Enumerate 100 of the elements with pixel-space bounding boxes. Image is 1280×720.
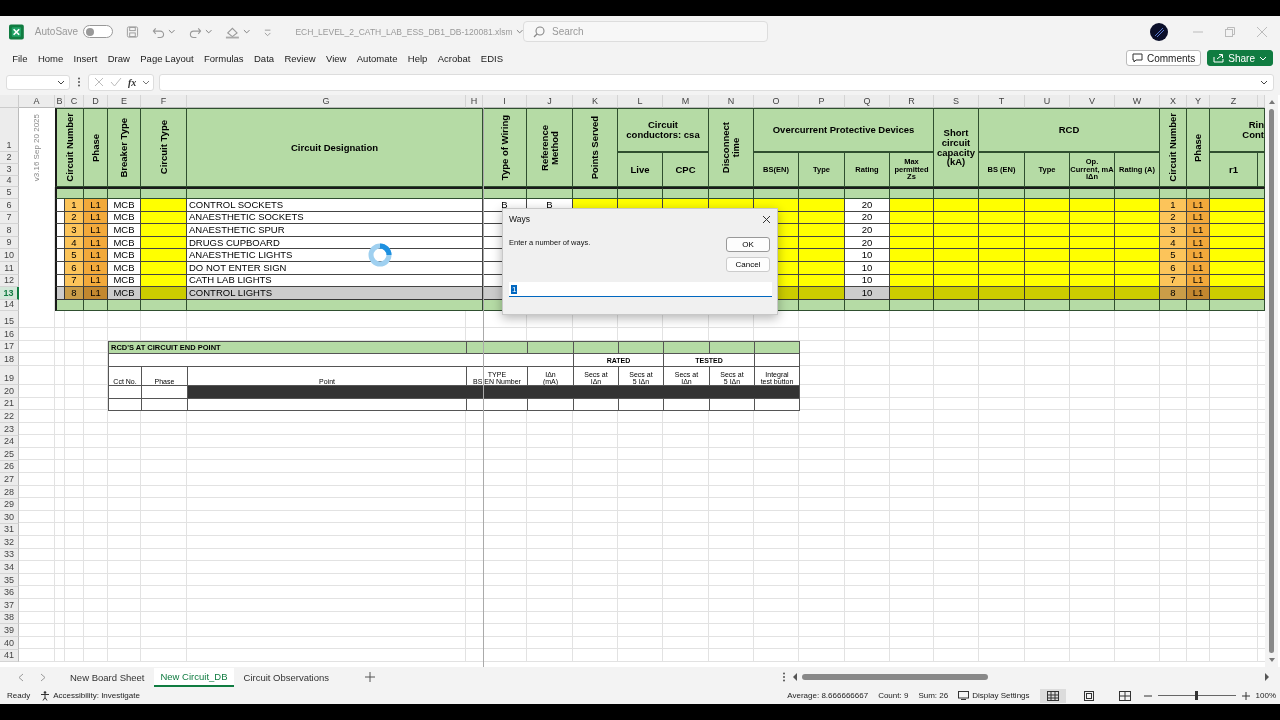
column-header[interactable]: D	[84, 95, 108, 108]
ribbon-tab[interactable]: View	[320, 52, 352, 64]
column-header[interactable]: X	[1160, 95, 1187, 108]
row-header[interactable]: 30	[0, 511, 19, 524]
column-header[interactable]: E	[108, 95, 141, 108]
ribbon-tab[interactable]: Acrobat	[432, 52, 476, 64]
close-icon[interactable]	[762, 214, 771, 224]
ribbon-tab[interactable]: Automate	[351, 52, 403, 64]
sheet-tab[interactable]: Circuit Observations	[237, 668, 336, 686]
column-header[interactable]: U	[1025, 95, 1070, 108]
avatar[interactable]	[1150, 22, 1168, 41]
scrollbar-thumb[interactable]	[802, 674, 988, 680]
row-header[interactable]: 8	[0, 224, 19, 237]
row-header[interactable]: 1	[0, 108, 19, 152]
select-all-button[interactable]	[0, 95, 19, 108]
row-header[interactable]: 40	[0, 637, 19, 650]
more-options-icon[interactable]	[782, 672, 786, 682]
column-header[interactable]: W	[1115, 95, 1160, 108]
column-header[interactable]: I	[483, 95, 527, 108]
column-header[interactable]: K	[573, 95, 618, 108]
scroll-right-icon[interactable]	[1264, 673, 1270, 681]
paint-bucket-icon[interactable]	[224, 24, 240, 39]
display-settings-button[interactable]: Display Settings	[958, 691, 1030, 700]
column-header[interactable]: S	[934, 95, 979, 108]
row-header[interactable]: 32	[0, 536, 19, 549]
normal-view-icon[interactable]	[1039, 688, 1066, 703]
ok-button[interactable]: OK	[726, 237, 770, 252]
row-header[interactable]: 34	[0, 561, 19, 575]
scroll-up-icon[interactable]	[1267, 99, 1276, 105]
column-header[interactable]: G	[187, 95, 466, 108]
column-header[interactable]: L	[618, 95, 663, 108]
cancel-icon[interactable]	[94, 77, 104, 87]
ribbon-tab[interactable]: Insert	[68, 52, 103, 64]
save-icon[interactable]	[126, 24, 140, 39]
column-header[interactable]: F	[141, 95, 187, 108]
row-header[interactable]: 2	[0, 152, 19, 164]
column-header[interactable]: H	[466, 95, 483, 108]
ribbon-tab[interactable]: File	[7, 52, 33, 64]
caret-icon[interactable]	[204, 28, 212, 35]
insert-function-button[interactable]: fx	[128, 76, 137, 88]
previous-sheet-icon[interactable]	[18, 672, 24, 682]
search-field[interactable]: Search	[523, 21, 768, 42]
column-header[interactable]: R	[890, 95, 934, 108]
column-header[interactable]: V	[1070, 95, 1115, 108]
row-header[interactable]: 18	[0, 353, 19, 367]
share-button[interactable]: Share	[1207, 50, 1273, 66]
column-header[interactable]: Z	[1210, 95, 1258, 108]
more-options-icon[interactable]	[77, 77, 81, 87]
ribbon-tab[interactable]: Help	[402, 52, 433, 64]
formula-input[interactable]	[159, 73, 1274, 91]
sheet-tab[interactable]: New Board Sheet	[64, 668, 151, 686]
column-header[interactable]: N	[709, 95, 754, 108]
restore-icon[interactable]	[1224, 25, 1236, 38]
column-header[interactable]: T	[979, 95, 1025, 108]
zoom-level[interactable]: 100%	[1255, 691, 1276, 700]
column-header[interactable]: J	[527, 95, 573, 108]
scroll-left-icon[interactable]	[792, 673, 798, 681]
ribbon-tab[interactable]: EDIS	[475, 52, 509, 64]
horizontal-scrollbar[interactable]	[792, 673, 1270, 681]
autosave-toggle[interactable]	[83, 25, 114, 38]
caret-icon[interactable]	[515, 28, 523, 35]
ribbon-tab[interactable]: Home	[32, 52, 69, 64]
ribbon-tab[interactable]: Data	[248, 52, 280, 64]
row-header[interactable]: 6	[0, 199, 19, 212]
column-header[interactable]: C	[65, 95, 84, 108]
row-header[interactable]: 27	[0, 473, 19, 486]
column-header[interactable]: M	[663, 95, 709, 108]
column-header[interactable]: A	[19, 95, 55, 108]
row-header[interactable]: 5	[0, 187, 19, 199]
zoom-in-icon[interactable]	[1241, 691, 1250, 700]
input-field[interactable]: 1	[509, 282, 772, 297]
caret-icon[interactable]	[168, 28, 176, 35]
row-header[interactable]: 20	[0, 385, 19, 398]
ribbon-tab[interactable]: Formulas	[198, 52, 249, 64]
column-header[interactable]	[1258, 95, 1265, 108]
accessibility-button[interactable]: Accessibility: Investigate	[40, 690, 140, 701]
scroll-down-icon[interactable]	[1267, 657, 1276, 663]
column-header[interactable]: O	[754, 95, 799, 108]
row-header[interactable]: 3	[0, 164, 19, 176]
check-icon[interactable]	[110, 77, 122, 87]
ribbon-tab[interactable]: Review	[279, 52, 321, 64]
comments-button[interactable]: Comments	[1125, 50, 1202, 66]
row-header[interactable]: 10	[0, 249, 19, 262]
row-header[interactable]: 37	[0, 599, 19, 612]
row-header[interactable]: 14	[0, 299, 19, 311]
column-header[interactable]: Q	[845, 95, 890, 108]
row-header[interactable]: 39	[0, 624, 19, 638]
row-header[interactable]: 35	[0, 574, 19, 587]
name-box[interactable]	[6, 74, 70, 90]
ribbon-tab[interactable]: Page Layout	[135, 52, 199, 64]
scrollbar-thumb[interactable]	[1269, 109, 1274, 653]
cancel-button[interactable]: Cancel	[726, 257, 770, 272]
caret-icon[interactable]	[142, 78, 151, 86]
next-sheet-icon[interactable]	[40, 672, 46, 682]
row-header[interactable]: 13	[0, 287, 19, 300]
column-header[interactable]: P	[799, 95, 845, 108]
add-sheet-icon[interactable]	[365, 672, 376, 682]
ribbon-tab[interactable]: Draw	[102, 52, 136, 64]
column-header[interactable]: Y	[1187, 95, 1210, 108]
row-header[interactable]: 19	[0, 366, 19, 386]
